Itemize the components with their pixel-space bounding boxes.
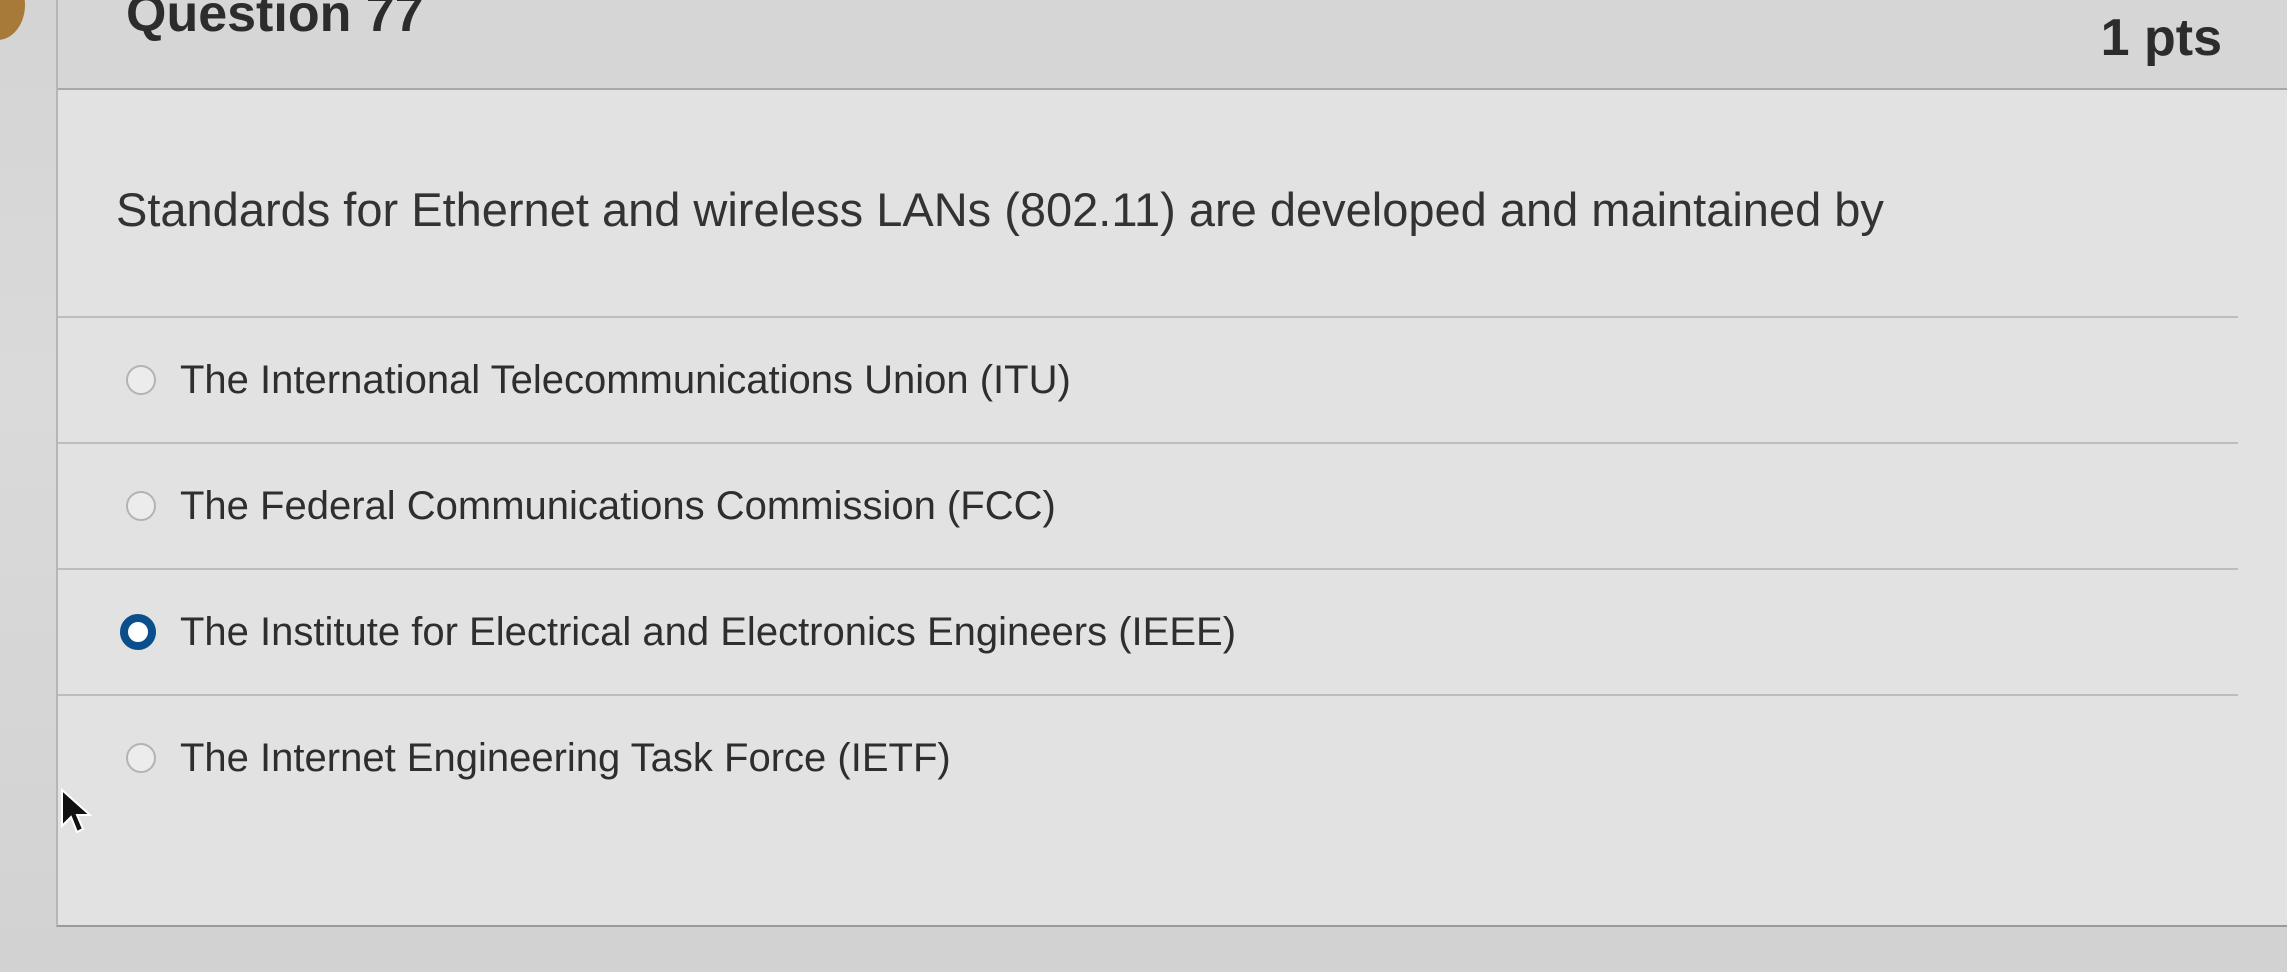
question-card: Question 77 1 pts Standards for Ethernet… xyxy=(56,0,2287,927)
answer-label[interactable]: The International Telecommunications Uni… xyxy=(180,358,1071,403)
answer-label[interactable]: The Internet Engineering Task Force (IET… xyxy=(180,736,951,781)
answer-option-ieee[interactable]: The Institute for Electrical and Electro… xyxy=(58,568,2238,694)
answer-option-fcc[interactable]: The Federal Communications Commission (F… xyxy=(58,442,2238,568)
answer-list: The International Telecommunications Uni… xyxy=(58,316,2287,820)
radio-empty-icon[interactable] xyxy=(126,491,156,521)
question-points: 1 pts xyxy=(2100,9,2222,67)
answer-label[interactable]: The Institute for Electrical and Electro… xyxy=(180,610,1236,655)
question-text: Standards for Ethernet and wireless LANs… xyxy=(116,183,1884,236)
answer-option-ietf[interactable]: The Internet Engineering Task Force (IET… xyxy=(58,694,2238,820)
mouse-pointer-icon xyxy=(61,788,93,834)
question-header: Question 77 1 pts xyxy=(58,0,2287,90)
radio-empty-icon[interactable] xyxy=(126,365,156,395)
radio-empty-icon[interactable] xyxy=(126,743,156,773)
radio-selected-icon[interactable] xyxy=(120,614,156,650)
answer-option-itu[interactable]: The International Telecommunications Uni… xyxy=(58,316,2238,442)
question-title: Question 77 xyxy=(126,0,424,43)
answer-label[interactable]: The Federal Communications Commission (F… xyxy=(180,484,1056,529)
